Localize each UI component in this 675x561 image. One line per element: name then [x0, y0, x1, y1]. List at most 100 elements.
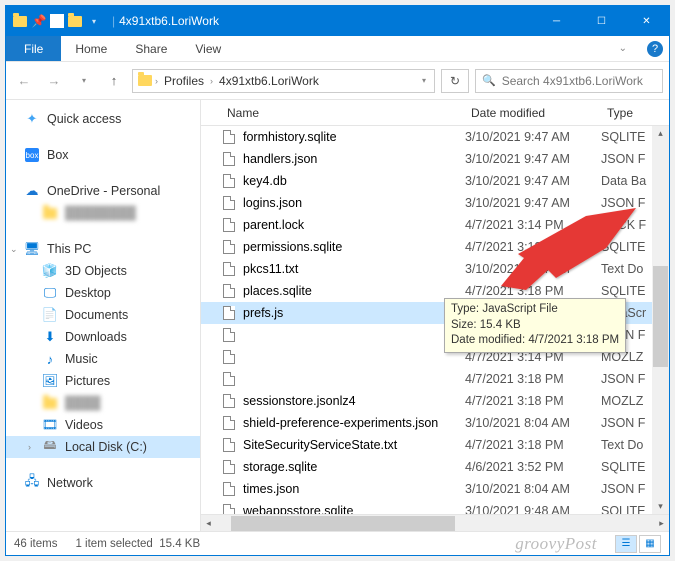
sidebar-item-desktop[interactable]: 🖵Desktop	[6, 282, 200, 304]
sidebar-item-music[interactable]: ♪Music	[6, 348, 200, 370]
status-selection: 1 item selected 15.4 KB	[75, 538, 200, 550]
chevron-right-icon[interactable]: ›	[155, 76, 158, 86]
file-row[interactable]: formhistory.sqlite3/10/2021 9:47 AMSQLIT…	[201, 126, 669, 148]
file-icon	[221, 327, 237, 343]
scroll-thumb[interactable]	[653, 266, 668, 366]
file-name: sessionstore.jsonlz4	[243, 394, 356, 408]
file-row[interactable]: logins.json3/10/2021 9:47 AMJSON F	[201, 192, 669, 214]
file-tab[interactable]: File	[6, 36, 61, 61]
scroll-right-button[interactable]: ▸	[654, 516, 669, 531]
home-tab[interactable]: Home	[61, 36, 121, 61]
address-dropdown-icon[interactable]: ▾	[422, 76, 426, 85]
address-bar[interactable]: › Profiles › 4x91xtb6.LoriWork ▾	[132, 69, 435, 93]
column-headers[interactable]: Name Date modified Type	[201, 100, 669, 126]
file-icon	[221, 459, 237, 475]
checkbox-icon[interactable]: ✔	[50, 14, 64, 28]
share-tab[interactable]: Share	[121, 36, 181, 61]
maximize-button[interactable]: ☐	[579, 6, 624, 36]
folder-icon	[42, 205, 58, 221]
videos-icon: 🎞	[42, 417, 58, 433]
file-row[interactable]: 4/7/2021 3:18 PMJSON F	[201, 368, 669, 390]
file-date: 3/10/2021 8:04 AM	[465, 482, 601, 496]
close-button[interactable]: ✕	[624, 6, 669, 36]
ribbon-tabs: File Home Share View ⌄ ?	[6, 36, 669, 62]
column-type[interactable]: Type	[601, 106, 669, 120]
file-row[interactable]: handlers.json3/10/2021 9:47 AMJSON F	[201, 148, 669, 170]
sidebar-this-pc[interactable]: ⌄ 🖥 This PC	[6, 238, 200, 260]
title-separator: |	[108, 14, 119, 28]
file-date: 3/10/2021 9:47 AM	[465, 130, 601, 144]
chevron-down-icon[interactable]: ⌄	[10, 244, 20, 255]
file-row[interactable]: sessionstore.jsonlz44/7/2021 3:18 PMMOZL…	[201, 390, 669, 412]
music-icon: ♪	[42, 351, 58, 367]
file-name: places.sqlite	[243, 284, 312, 298]
vertical-scrollbar[interactable]: ▴ ▾	[652, 126, 669, 514]
file-row[interactable]: storage.sqlite4/6/2021 3:52 PMSQLITE	[201, 456, 669, 478]
expand-ribbon-icon[interactable]: ⌄	[605, 36, 641, 61]
scroll-left-button[interactable]: ◂	[201, 516, 216, 531]
file-date: 4/7/2021 3:14 PM	[465, 218, 601, 232]
sidebar-item-blurred[interactable]: ████	[6, 392, 200, 414]
file-name: logins.json	[243, 196, 302, 210]
file-icon	[221, 305, 237, 321]
chevron-right-icon[interactable]: ›	[210, 76, 213, 86]
file-row[interactable]: SiteSecurityServiceState.txt4/7/2021 3:1…	[201, 434, 669, 456]
refresh-button[interactable]: ↻	[441, 69, 469, 93]
file-row[interactable]: parent.lock4/7/2021 3:14 PMLOCK F	[201, 214, 669, 236]
sidebar-onedrive-child[interactable]: ████████	[6, 202, 200, 224]
sidebar-network[interactable]: 🖧 Network	[6, 472, 200, 494]
history-dropdown-icon[interactable]: ▾	[72, 69, 96, 93]
back-button[interactable]: ←	[12, 69, 36, 93]
forward-button[interactable]: →	[42, 69, 66, 93]
box-icon: box	[24, 147, 40, 163]
column-name[interactable]: Name	[221, 106, 465, 120]
file-icon	[221, 283, 237, 299]
status-item-count: 46 items	[14, 538, 57, 550]
breadcrumb-profiles[interactable]: Profiles	[160, 74, 208, 88]
explorer-window: 📌 ✔ ▾ | 4x91xtb6.LoriWork ─ ☐ ✕ File Hom…	[5, 5, 670, 556]
file-date: 3/10/2021 9:47 AM	[465, 174, 601, 188]
help-button[interactable]: ?	[641, 36, 669, 61]
sidebar-item-documents[interactable]: 📄Documents	[6, 304, 200, 326]
file-row[interactable]: times.json3/10/2021 8:04 AMJSON F	[201, 478, 669, 500]
sidebar-quick-access[interactable]: ✦ Quick access	[6, 108, 200, 130]
file-date: 4/7/2021 3:18 PM	[465, 438, 601, 452]
titlebar-folder-icon	[67, 13, 83, 29]
file-row[interactable]: permissions.sqlite4/7/2021 3:18 PMSQLITE	[201, 236, 669, 258]
file-tooltip: Type: JavaScript File Size: 15.4 KB Date…	[444, 298, 626, 353]
view-tab[interactable]: View	[181, 36, 235, 61]
scroll-up-button[interactable]: ▴	[652, 126, 669, 141]
sidebar-item-downloads[interactable]: ⬇Downloads	[6, 326, 200, 348]
sidebar-item-videos[interactable]: 🎞Videos	[6, 414, 200, 436]
scroll-thumb[interactable]	[231, 516, 455, 531]
file-name: parent.lock	[243, 218, 304, 232]
sidebar-onedrive[interactable]: ☁ OneDrive - Personal	[6, 180, 200, 202]
sidebar-item-3d-objects[interactable]: 🧊3D Objects	[6, 260, 200, 282]
pin-icon[interactable]: 📌	[31, 13, 47, 29]
column-date[interactable]: Date modified	[465, 106, 601, 120]
minimize-button[interactable]: ─	[534, 6, 579, 36]
qat-dropdown-icon[interactable]: ▾	[86, 13, 102, 29]
scroll-down-button[interactable]: ▾	[652, 499, 669, 514]
folder-icon	[42, 395, 58, 411]
file-row[interactable]: webappsstore.sqlite3/10/2021 9:48 AMSQLI…	[201, 500, 669, 514]
file-name: pkcs11.txt	[243, 262, 298, 276]
file-row[interactable]: pkcs11.txt3/10/2021 8:04 AMText Do	[201, 258, 669, 280]
file-row[interactable]: shield-preference-experiments.json3/10/2…	[201, 412, 669, 434]
thumbnails-view-button[interactable]: ▦	[639, 535, 661, 553]
navigation-pane[interactable]: ✦ Quick access box Box ☁ OneDrive - Pers…	[6, 100, 201, 531]
breadcrumb-current[interactable]: 4x91xtb6.LoriWork	[215, 74, 323, 88]
search-input[interactable]: 🔍 Search 4x91xtb6.LoriWork	[475, 69, 663, 93]
sidebar-item-pictures[interactable]: 🖼Pictures	[6, 370, 200, 392]
sidebar-item-local-disk[interactable]: ›🖴Local Disk (C:)	[6, 436, 200, 458]
horizontal-scrollbar[interactable]: ◂ ▸	[201, 514, 669, 531]
details-view-button[interactable]: ☰	[615, 535, 637, 553]
file-icon	[221, 437, 237, 453]
sidebar-box[interactable]: box Box	[6, 144, 200, 166]
folder-icon	[12, 13, 28, 29]
up-button[interactable]: ↑	[102, 69, 126, 93]
titlebar[interactable]: 📌 ✔ ▾ | 4x91xtb6.LoriWork ─ ☐ ✕	[6, 6, 669, 36]
chevron-right-icon[interactable]: ›	[28, 442, 38, 452]
file-name: prefs.js	[243, 306, 283, 320]
file-row[interactable]: key4.db3/10/2021 9:47 AMData Ba	[201, 170, 669, 192]
